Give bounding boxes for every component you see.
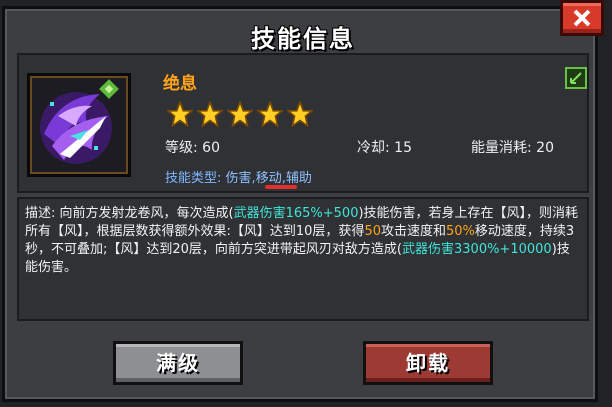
close-icon [573,9,591,27]
skill-type-movement: 移动 [255,171,282,186]
skill-type-damage: 伤害 [225,171,252,186]
skill-type-prefix: 技能类型: [165,171,222,186]
desc-highlight: 50% [446,224,475,239]
skill-types: 技能类型: 伤害,移动,辅助 [165,167,312,186]
desc-highlight: 武器伤害3300%+10000 [402,242,552,257]
skill-cooldown: 冷却: 15 [357,140,412,156]
equipped-check-icon [565,67,587,89]
max-level-button[interactable]: 满级 [113,341,243,385]
skill-name: 绝息 [163,74,197,94]
close-button[interactable] [560,0,604,36]
desc-highlight: 50 [364,224,381,239]
star-icon [257,101,283,127]
unload-button[interactable]: 卸载 [363,341,493,385]
skill-icon [27,73,131,177]
skill-header-section: 绝息 等级: 60 冷却: 15 能量消耗: 20 技能类型: 伤害,移动,辅助 [17,53,589,193]
skill-level: 等级: 60 [165,140,220,156]
star-icon [197,101,223,127]
star-rating [167,101,313,127]
star-icon [287,101,313,127]
red-underline-mark [265,185,297,189]
skill-energy-cost: 能量消耗: 20 [471,140,554,156]
skill-info-dialog: 技能信息 绝息 等级: 60 冷却: 15 能量消耗: 20 技能类型: 伤害,… [2,6,598,402]
skill-description-section: 描述: 向前方发射龙卷风，每次造成(武器伤害165%+500)技能伤害，若身上存… [17,197,589,321]
skill-description: 描述: 向前方发射龙卷风，每次造成(武器伤害165%+500)技能伤害，若身上存… [25,205,581,277]
desc-text: 攻击速度和 [380,224,446,239]
desc-text: 描述: 向前方发射龙卷风，每次造成( [25,206,234,221]
dialog-title: 技能信息 [251,25,355,53]
star-icon [167,101,193,127]
star-icon [227,101,253,127]
desc-highlight: 武器伤害165%+500 [233,206,359,221]
skill-type-support: 辅助 [285,171,312,186]
tornado-slash-icon [40,79,119,164]
